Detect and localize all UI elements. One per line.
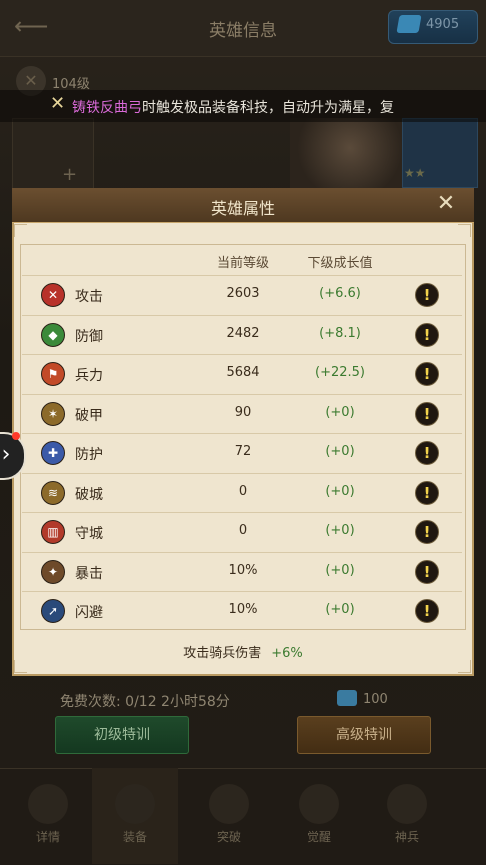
stat-name: 守城 — [75, 526, 103, 542]
awaken-icon — [299, 784, 339, 824]
stat-current-value: 0 — [238, 483, 248, 499]
stat-growth-value: (+0) — [325, 444, 355, 459]
notification-dot — [12, 432, 20, 440]
stat-name: 攻击 — [75, 289, 103, 305]
details-icon — [28, 784, 68, 824]
crossed-swords-icon: ✕ — [50, 93, 66, 114]
stat-growth-value: (+22.5) — [315, 365, 365, 380]
protect-icon: ✚ — [41, 441, 65, 465]
stat-name: 闪避 — [75, 605, 103, 621]
free-count: 免费次数: 0/12 2小时58分 — [60, 694, 230, 710]
stat-name: 暴击 — [75, 565, 103, 582]
advanced-training-button[interactable]: 高级特训 — [297, 716, 431, 754]
stat-name: 防御 — [75, 328, 103, 345]
info-icon[interactable]: ! — [415, 283, 439, 307]
stat-growth-value: (+6.6) — [319, 286, 361, 301]
stat-name: 兵力 — [75, 368, 103, 384]
stat-name: 破甲 — [75, 407, 103, 424]
bonus-label: 攻击骑兵伤害 — [183, 646, 262, 661]
gem-cost-icon — [337, 690, 357, 706]
stat-growth-value: (+0) — [325, 404, 355, 420]
stat-current-value: 0 — [238, 523, 248, 538]
basic-training-button[interactable]: 初级特训 — [55, 716, 189, 754]
announcement-text: 铸铁反曲弓时触发极品装备科技，自动升为满星，复 — [72, 97, 414, 117]
stat-current-value: 2603 — [226, 286, 260, 301]
armor-break-icon: ✶ — [41, 401, 65, 426]
stat-current-value: 90 — [234, 404, 252, 420]
nav-divine-weapon[interactable]: 神兵 — [364, 768, 450, 864]
info-icon[interactable]: ! — [415, 559, 439, 584]
divine-weapon-icon — [387, 784, 427, 824]
stat-current-value: 10% — [228, 602, 258, 617]
siege-icon: ≋ — [41, 480, 65, 505]
currency-value: 4905 — [426, 17, 460, 32]
nav-label: 突破 — [216, 830, 241, 844]
stat-growth-value: (+0) — [325, 523, 355, 538]
info-icon[interactable]: ! — [415, 401, 439, 426]
add-icon[interactable]: + — [62, 164, 77, 185]
item-name: 铸铁反曲弓 — [72, 100, 142, 116]
sword-icon: ✕ — [41, 283, 65, 307]
nav-details[interactable]: 详情 — [5, 768, 91, 864]
nav-label: 详情 — [35, 830, 60, 844]
star-icon: ★★ — [404, 166, 426, 180]
gem-icon — [396, 15, 422, 33]
nav-label: 神兵 — [394, 830, 419, 844]
breakthrough-icon — [209, 784, 249, 824]
bonus-note: 攻击骑兵伤害 +6% — [12, 642, 474, 661]
corner-ornament — [14, 224, 27, 237]
stat-current-value: 2482 — [226, 325, 260, 341]
nav-awaken[interactable]: 觉醒 — [276, 768, 362, 864]
crit-icon: ✦ — [41, 559, 65, 584]
nav-breakthrough[interactable]: 突破 — [186, 768, 272, 864]
stat-growth-value: (+8.1) — [319, 325, 361, 341]
bonus-value: +6% — [271, 646, 303, 661]
equipment-slot[interactable] — [12, 118, 94, 192]
helmet-icon — [115, 784, 155, 824]
info-icon[interactable]: ! — [415, 441, 439, 465]
info-icon[interactable]: ! — [415, 362, 439, 386]
tower-icon: ▥ — [41, 520, 65, 544]
stat-growth-value: (+0) — [325, 562, 355, 578]
stat-growth-value: (+0) — [325, 602, 355, 617]
announcement-message: 时触发极品装备科技，自动升为满星，复 — [142, 100, 394, 116]
column-header-growth: 下级成长值 — [307, 256, 373, 271]
stat-current-value: 5684 — [226, 365, 260, 380]
hero-portrait — [290, 118, 410, 193]
dodge-icon: ➚ — [41, 599, 65, 623]
flag-icon: ⚑ — [41, 362, 65, 386]
nav-label: 觉醒 — [306, 830, 331, 844]
info-icon[interactable]: ! — [415, 322, 439, 347]
info-icon[interactable]: ! — [415, 520, 439, 544]
corner-ornament — [14, 660, 27, 673]
stat-current-value: 10% — [228, 562, 258, 578]
nav-label: 装备 — [122, 830, 147, 844]
shield-icon: ◆ — [41, 322, 65, 347]
nav-equipment[interactable]: 装备 — [92, 768, 178, 864]
close-icon[interactable]: ✕ — [431, 190, 461, 218]
cost-value: 100 — [363, 692, 388, 707]
info-icon[interactable]: ! — [415, 480, 439, 505]
corner-ornament — [458, 660, 471, 673]
modal-title: 英雄属性 — [210, 199, 275, 218]
stat-current-value: 72 — [234, 444, 252, 459]
stat-name: 破城 — [75, 486, 103, 503]
stat-growth-value: (+0) — [325, 483, 355, 499]
column-header-current: 当前等级 — [216, 256, 269, 271]
stat-name: 防护 — [75, 447, 103, 463]
corner-ornament — [458, 224, 471, 237]
info-icon[interactable]: ! — [415, 599, 439, 623]
